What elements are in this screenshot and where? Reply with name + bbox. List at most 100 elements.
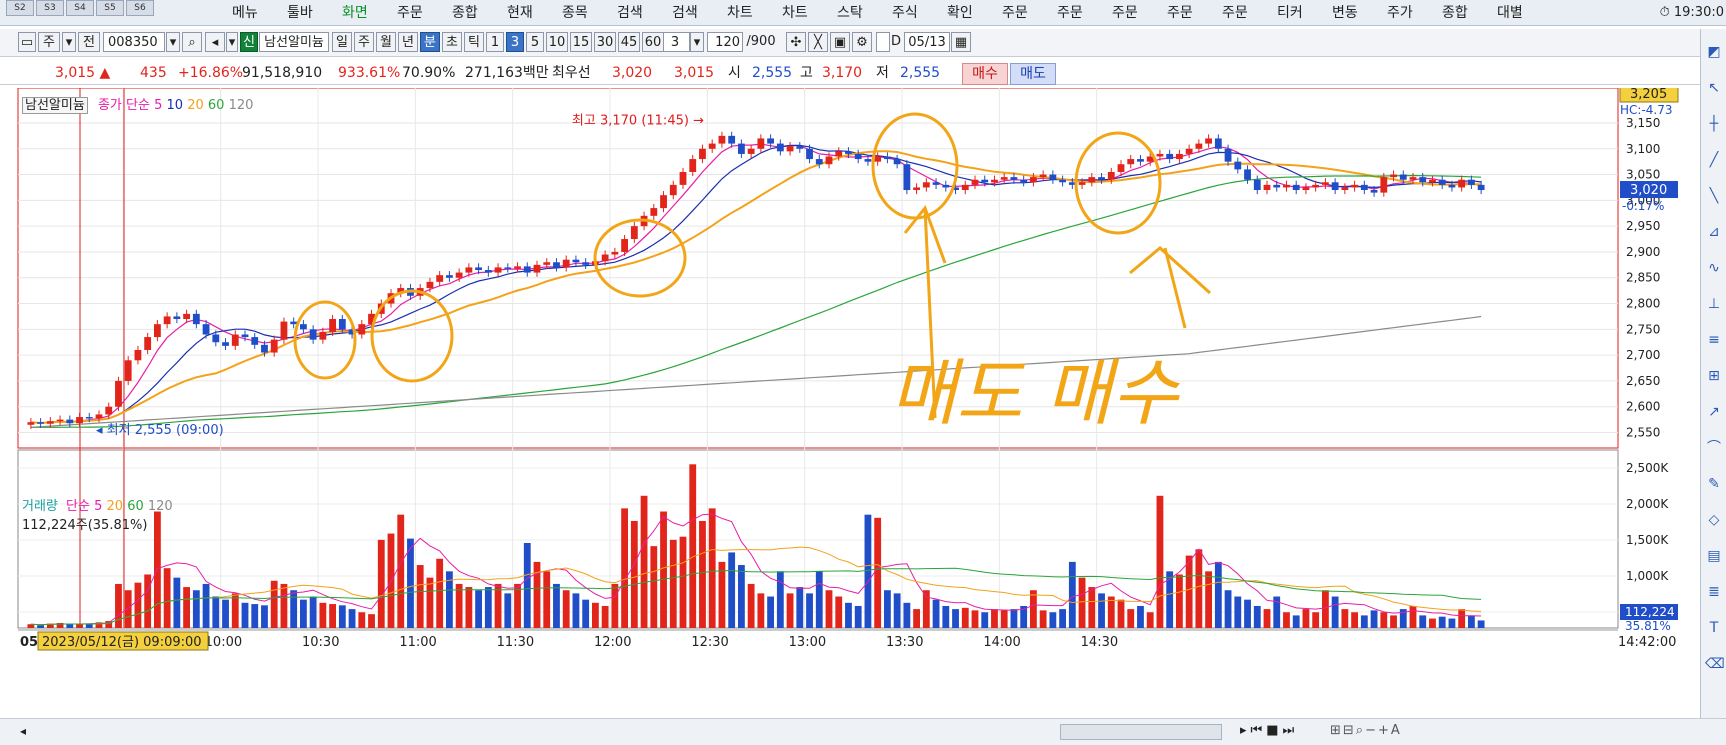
calendar-icon[interactable]: ▦ xyxy=(951,32,971,52)
candlestick-chart[interactable]: 3,1503,1003,0503,0002,9502,9002,8502,800… xyxy=(0,83,1700,718)
playback-controls[interactable]: ▸⏮■⏭ xyxy=(1240,723,1298,738)
menu-item-22[interactable]: 종합 xyxy=(1442,2,1468,24)
draw-tool-icon-16[interactable]: T xyxy=(1705,619,1723,637)
menu-item-12[interactable]: 주식 xyxy=(892,2,918,24)
menu-item-23[interactable]: 대별 xyxy=(1497,2,1523,24)
menu-item-5[interactable]: 현재 xyxy=(507,2,533,24)
bar-count-input[interactable]: 120 xyxy=(707,32,743,52)
draw-tool-icon-14[interactable]: ▤ xyxy=(1705,547,1723,565)
date-input[interactable]: 05/13 xyxy=(904,32,950,52)
count-select[interactable]: 3 xyxy=(660,32,690,52)
date-checkbox[interactable] xyxy=(876,32,890,52)
draw-tool-icon-2[interactable]: ┼ xyxy=(1705,115,1723,133)
workspace-tab-s2[interactable]: S2 xyxy=(6,0,34,16)
minute-45[interactable]: 45 xyxy=(618,32,640,52)
candle-body xyxy=(767,138,775,144)
period-0[interactable]: 일 xyxy=(332,32,352,52)
candle-body xyxy=(1370,190,1378,193)
speaker-icon[interactable]: ◂ xyxy=(205,32,225,52)
menu-item-1[interactable]: 툴바 xyxy=(287,2,313,24)
menu-item-11[interactable]: 스탁 xyxy=(837,2,863,24)
menu-item-20[interactable]: 변동 xyxy=(1332,2,1358,24)
period-6[interactable]: 틱 xyxy=(464,32,484,52)
draw-tool-icon-17[interactable]: ⌫ xyxy=(1705,655,1725,673)
menu-item-8[interactable]: 검색 xyxy=(672,2,698,24)
minute-1[interactable]: 1 xyxy=(486,32,504,52)
menu-item-18[interactable]: 주문 xyxy=(1222,2,1248,24)
draw-tool-icon-5[interactable]: ⊿ xyxy=(1705,223,1723,241)
draw-tool-icon-9[interactable]: ⊞ xyxy=(1705,367,1723,385)
menu-item-6[interactable]: 종목 xyxy=(562,2,588,24)
minute-30[interactable]: 30 xyxy=(594,32,616,52)
draw-tool-icon-12[interactable]: ✎ xyxy=(1705,475,1723,493)
period-5[interactable]: 초 xyxy=(442,32,462,52)
sell-button[interactable]: 매도 xyxy=(1010,63,1056,85)
volume-bar xyxy=(572,593,580,628)
period-2[interactable]: 월 xyxy=(376,32,396,52)
draw-tool-icon-11[interactable]: ⌒ xyxy=(1705,439,1723,457)
period-1[interactable]: 주 xyxy=(354,32,374,52)
menu-item-19[interactable]: 티커 xyxy=(1277,2,1303,24)
draw-tool-icon-0[interactable]: ◩ xyxy=(1705,43,1723,61)
candle-body xyxy=(280,321,288,340)
menu-item-13[interactable]: 확인 xyxy=(947,2,973,24)
menu-item-2[interactable]: 화면 xyxy=(342,2,368,24)
period-3[interactable]: 년 xyxy=(398,32,418,52)
save-icon[interactable]: ▣ xyxy=(830,32,850,52)
scroll-left-icon[interactable]: ◂ xyxy=(20,724,26,738)
minute-10[interactable]: 10 xyxy=(546,32,568,52)
menu-item-7[interactable]: 검색 xyxy=(617,2,643,24)
gear-icon[interactable]: ⚙ xyxy=(852,32,872,52)
draw-tool-icon-7[interactable]: ⊥ xyxy=(1705,295,1723,313)
code-dropdown-icon[interactable]: ▾ xyxy=(166,32,180,52)
volume-bar xyxy=(1117,599,1125,628)
volume-bar xyxy=(689,464,697,628)
search-icon[interactable]: ⌕ xyxy=(182,32,202,52)
volume-bar xyxy=(1321,590,1329,628)
menu-item-15[interactable]: 주문 xyxy=(1057,2,1083,24)
workspace-tab-s3[interactable]: S3 xyxy=(36,0,64,16)
draw-tool-icon-6[interactable]: ∿ xyxy=(1705,259,1723,277)
minute-15[interactable]: 15 xyxy=(570,32,592,52)
crosshair-icon[interactable]: ✣ xyxy=(786,32,806,52)
period-4[interactable]: 분 xyxy=(420,32,440,52)
menu-item-0[interactable]: 메뉴 xyxy=(232,2,258,24)
zoom-controls[interactable]: ⊞⊟⌕−+A xyxy=(1330,723,1402,738)
draw-tool-icon-4[interactable]: ╲ xyxy=(1705,187,1723,205)
draw-tool-icon-1[interactable]: ↖ xyxy=(1705,79,1723,97)
menu-item-16[interactable]: 주문 xyxy=(1112,2,1138,24)
period-type-button[interactable]: 주 xyxy=(38,32,60,52)
count-dropdown-icon[interactable]: ▾ xyxy=(690,32,704,52)
draw-tool-icon[interactable]: ╳ xyxy=(808,32,828,52)
menu-item-4[interactable]: 종합 xyxy=(452,2,478,24)
draw-tool-icon-15[interactable]: ≣ xyxy=(1705,583,1723,601)
minute-3[interactable]: 3 xyxy=(506,32,524,52)
menu-item-21[interactable]: 주가 xyxy=(1387,2,1413,24)
draw-tool-icon-10[interactable]: ↗ xyxy=(1705,403,1723,421)
workspace-tab-s4[interactable]: S4 xyxy=(66,0,94,16)
draw-tool-icon-8[interactable]: ≡ xyxy=(1705,331,1723,349)
menu-item-9[interactable]: 차트 xyxy=(727,2,753,24)
minute-5[interactable]: 5 xyxy=(526,32,544,52)
menu-item-10[interactable]: 차트 xyxy=(782,2,808,24)
speaker-dropdown-icon[interactable]: ▾ xyxy=(226,32,238,52)
menu-item-17[interactable]: 주문 xyxy=(1167,2,1193,24)
volume-bar xyxy=(562,590,570,628)
chevron-down-icon[interactable]: ▾ xyxy=(62,32,76,52)
workspace-tab-s6[interactable]: S6 xyxy=(126,0,154,16)
draw-tool-icon-3[interactable]: ╱ xyxy=(1705,151,1723,169)
layout-icon[interactable]: ▭ xyxy=(18,32,36,52)
stock-code-input[interactable]: 008350 xyxy=(103,32,165,52)
prev-button[interactable]: 전 xyxy=(78,32,100,52)
volume-bar xyxy=(786,593,794,628)
buy-button[interactable]: 매수 xyxy=(962,63,1008,85)
candle-body xyxy=(514,266,521,269)
workspace-tab-s5[interactable]: S5 xyxy=(96,0,124,16)
menu-item-14[interactable]: 주문 xyxy=(1002,2,1028,24)
candle-body xyxy=(1214,138,1222,149)
menu-item-3[interactable]: 주문 xyxy=(397,2,423,24)
scroll-thumb[interactable] xyxy=(1060,724,1222,740)
draw-tool-icon-13[interactable]: ◇ xyxy=(1705,511,1723,529)
minute-60[interactable]: 60 xyxy=(642,32,664,52)
candle-body xyxy=(426,281,434,289)
